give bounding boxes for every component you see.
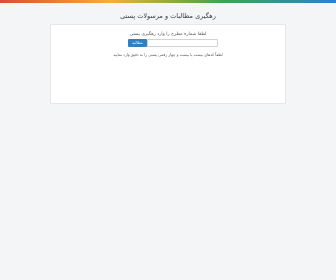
page-title: رهگیری مطالبات و مرسولات پستی [120, 12, 216, 20]
tracking-code-input[interactable] [147, 39, 218, 47]
tracking-panel: لطفا شماره مطرح را وارد رهگیری پستی مطال… [50, 24, 286, 104]
page-header: رهگیری مطالبات و مرسولات پستی [0, 3, 336, 23]
tracking-hint: لطفاً کدهای بیست یا بیست و چهار رقمی پست… [113, 52, 223, 57]
tracking-form: مطالبه [128, 39, 218, 47]
tracking-prompt: لطفا شماره مطرح را وارد رهگیری پستی [129, 32, 207, 37]
submit-button[interactable]: مطالبه [128, 39, 147, 47]
